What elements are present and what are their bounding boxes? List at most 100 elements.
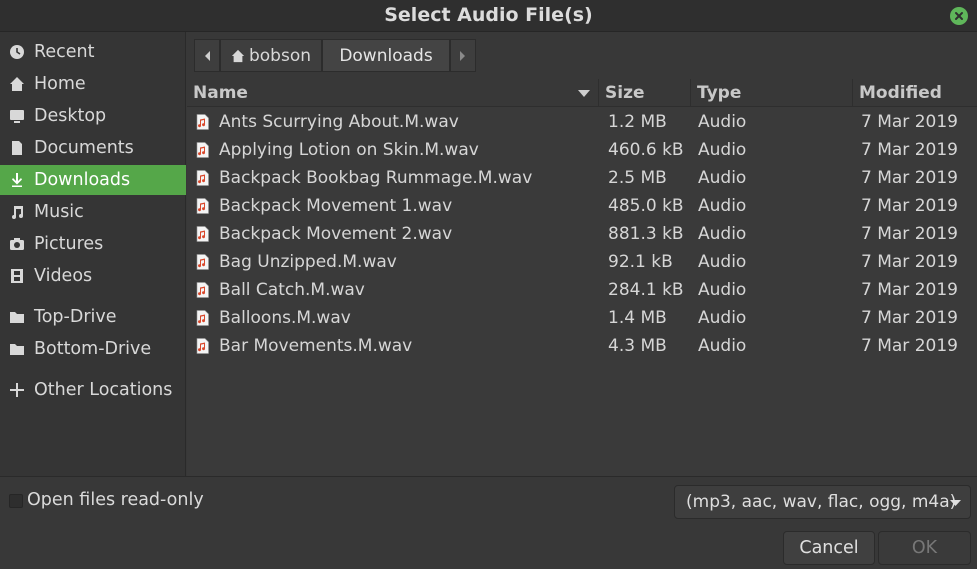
path-home-label: bobson	[248, 45, 311, 66]
file-type: Audio	[698, 336, 747, 356]
column-header-label: Name	[193, 83, 248, 103]
sidebar-item-home[interactable]: Home	[0, 69, 186, 99]
close-button[interactable]	[950, 7, 968, 25]
file-size: 1.2 MB	[608, 112, 667, 132]
sidebar-item-other-locations[interactable]: Other Locations	[0, 375, 186, 405]
audio-file-icon	[196, 338, 209, 354]
film-icon	[0, 268, 34, 284]
sidebar-item-label: Other Locations	[34, 380, 173, 400]
sidebar-item-label: Bottom-Drive	[34, 339, 152, 359]
file-size: 284.1 kB	[608, 280, 684, 300]
clock-icon	[0, 44, 34, 60]
file-modified: 7 Mar 2019	[861, 196, 958, 216]
file-modified: 7 Mar 2019	[861, 252, 958, 272]
file-type-filter[interactable]: (mp3, aac, wav, flac, ogg, m4a)	[674, 485, 971, 519]
dialog-title: Select Audio File(s)	[384, 4, 593, 26]
file-row[interactable]: Balloons.M.wav 1.4 MB Audio 7 Mar 2019	[187, 304, 977, 332]
chevron-down-icon	[950, 500, 961, 506]
file-row[interactable]: Ball Catch.M.wav 284.1 kB Audio 7 Mar 2019	[187, 276, 977, 304]
audio-file-icon	[196, 226, 209, 242]
path-bar: bobson Downloads	[194, 39, 476, 72]
document-icon	[0, 140, 34, 156]
file-row[interactable]: Ants Scurrying About.M.wav 1.2 MB Audio 7 M…	[187, 108, 977, 136]
sidebar-item-label: Desktop	[34, 106, 107, 126]
file-name: Balloons.M.wav	[219, 308, 351, 328]
camera-icon	[0, 236, 34, 252]
column-header-name[interactable]: Name	[187, 79, 599, 107]
read-only-checkbox[interactable]	[9, 494, 23, 508]
path-back-button[interactable]	[194, 39, 220, 72]
plus-icon	[0, 382, 34, 398]
sidebar-item-videos[interactable]: Videos	[0, 261, 186, 291]
file-type: Audio	[698, 196, 747, 216]
file-name: Backpack Bookbag Rummage.M.wav	[219, 168, 533, 188]
home-icon	[231, 49, 245, 62]
file-size: 4.3 MB	[608, 336, 667, 356]
sidebar-item-music[interactable]: Music	[0, 197, 186, 227]
close-icon	[955, 12, 963, 20]
folder-icon	[0, 341, 34, 357]
chevron-left-icon	[205, 50, 210, 61]
file-type: Audio	[698, 308, 747, 328]
sidebar-item-documents[interactable]: Documents	[0, 133, 186, 163]
sidebar-item-label: Music	[34, 202, 84, 222]
file-modified: 7 Mar 2019	[861, 336, 958, 356]
cancel-button[interactable]: Cancel	[783, 531, 875, 565]
file-size: 92.1 kB	[608, 252, 673, 272]
file-row[interactable]: Bag Unzipped.M.wav 92.1 kB Audio 7 Mar 2019	[187, 248, 977, 276]
sidebar-item-recent[interactable]: Recent	[0, 37, 186, 67]
file-row[interactable]: Backpack Movement 1.wav 485.0 kB Audio 7 Ma…	[187, 192, 977, 220]
ok-button[interactable]: OK	[878, 531, 971, 565]
file-modified: 7 Mar 2019	[861, 140, 958, 160]
file-size: 460.6 kB	[608, 140, 684, 160]
music-icon	[0, 204, 34, 220]
file-type: Audio	[698, 280, 747, 300]
sidebar-item-downloads[interactable]: Downloads	[0, 165, 186, 195]
column-header-label: Modified	[859, 83, 942, 103]
column-header-type[interactable]: Type	[691, 79, 853, 107]
file-name: Backpack Movement 2.wav	[219, 224, 453, 244]
audio-file-icon	[196, 142, 209, 158]
file-type: Audio	[698, 140, 747, 160]
sidebar-item-bottom-drive[interactable]: Bottom-Drive	[0, 334, 186, 364]
sidebar-item-top-drive[interactable]: Top-Drive	[0, 302, 186, 332]
sidebar-item-label: Downloads	[34, 170, 131, 190]
sidebar-item-label: Top-Drive	[34, 307, 117, 327]
file-type: Audio	[698, 224, 747, 244]
title-bar: Select Audio File(s)	[0, 0, 977, 32]
dialog-footer: Open files read-only (mp3, aac, wav, fla…	[0, 476, 977, 569]
column-header-size[interactable]: Size	[599, 79, 691, 107]
file-row[interactable]: Backpack Movement 2.wav 881.3 kB Audio 7 Ma…	[187, 220, 977, 248]
sidebar-item-label: Home	[34, 74, 86, 94]
audio-file-icon	[196, 282, 209, 298]
file-row[interactable]: Backpack Bookbag Rummage.M.wav 2.5 MB Audi…	[187, 164, 977, 192]
path-forward-button[interactable]	[450, 39, 476, 72]
sidebar-item-desktop[interactable]: Desktop	[0, 101, 186, 131]
sidebar-item-label: Videos	[34, 266, 93, 286]
path-current-button[interactable]: Downloads	[322, 39, 450, 72]
desktop-icon	[0, 108, 34, 124]
file-modified: 7 Mar 2019	[861, 224, 958, 244]
file-name: Bar Movements.M.wav	[219, 336, 413, 356]
column-header-modified[interactable]: Modified	[853, 79, 977, 107]
chevron-right-icon	[460, 50, 465, 61]
path-current-label: Downloads	[339, 45, 433, 66]
file-name: Ants Scurrying About.M.wav	[219, 112, 459, 132]
file-list: Name Size Type Modified Ants Scurrying A…	[187, 79, 977, 476]
download-icon	[0, 172, 34, 188]
sidebar-item-label: Documents	[34, 138, 134, 158]
file-row[interactable]: Applying Lotion on Skin.M.wav 460.6 kB Aud…	[187, 136, 977, 164]
sidebar-item-pictures[interactable]: Pictures	[0, 229, 186, 259]
folder-icon	[0, 309, 34, 325]
path-home-button[interactable]: bobson	[220, 39, 322, 72]
read-only-label[interactable]: Open files read-only	[27, 490, 204, 510]
file-modified: 7 Mar 2019	[861, 168, 958, 188]
file-type: Audio	[698, 112, 747, 132]
file-size: 881.3 kB	[608, 224, 684, 244]
file-modified: 7 Mar 2019	[861, 280, 958, 300]
file-name: Applying Lotion on Skin.M.wav	[219, 140, 479, 160]
file-row[interactable]: Bar Movements.M.wav 4.3 MB Audio 7 Mar 2019	[187, 332, 977, 360]
file-name: Backpack Movement 1.wav	[219, 196, 453, 216]
file-size: 2.5 MB	[608, 168, 667, 188]
file-name: Bag Unzipped.M.wav	[219, 252, 397, 272]
